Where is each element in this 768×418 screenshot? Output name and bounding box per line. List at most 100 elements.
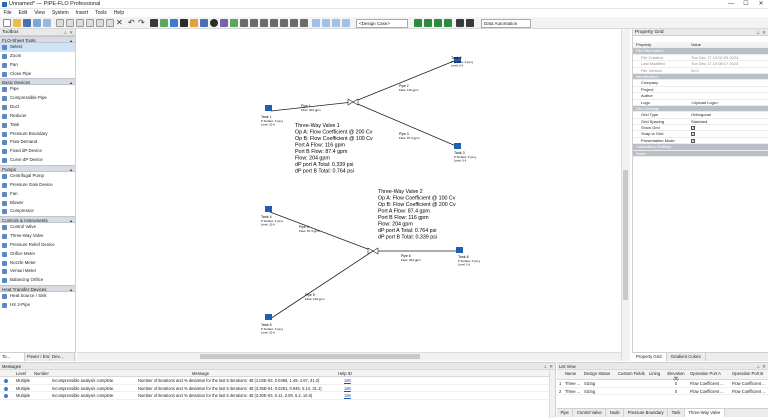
menu-edit[interactable]: Edit [15, 9, 31, 17]
undo-icon[interactable]: ↶ [128, 18, 136, 27]
toolbox-category[interactable]: Pumps ▴ [0, 164, 75, 172]
toolbox-item[interactable]: Pressure Gain Device [0, 181, 75, 190]
design-case-select[interactable]: <Design Case> [356, 18, 408, 28]
pin-icon[interactable]: ⊥ [543, 363, 547, 370]
maximize-button[interactable]: ☐ [739, 0, 753, 9]
open-folder-icon[interactable] [13, 18, 21, 27]
checkbox-checked-icon[interactable] [691, 138, 695, 144]
toolbox-category[interactable]: FLO-Sheet Tools ▴ [0, 36, 75, 43]
chart-icon[interactable] [190, 18, 198, 27]
options-icon[interactable] [280, 18, 288, 27]
checkbox-checked-icon[interactable] [691, 131, 695, 138]
toolbox-item[interactable]: Orifice Meter [0, 250, 75, 259]
save-icon[interactable] [23, 18, 31, 27]
analysis-icon[interactable] [160, 18, 168, 27]
toolbox-item[interactable]: Control Valve [0, 223, 75, 232]
toolbox-item[interactable]: Pipe [0, 85, 75, 94]
cut-icon[interactable] [56, 18, 64, 27]
toolbox-item[interactable]: Blower [0, 199, 75, 208]
zoom-window-icon[interactable] [342, 18, 350, 27]
paste-special-icon[interactable] [86, 18, 94, 27]
help-id-link[interactable]: 196 [344, 385, 351, 393]
zoom-fit-icon[interactable] [332, 18, 340, 27]
toolbox-item[interactable]: Pressure Boundary [0, 130, 75, 139]
canvas-horizontal-scroll-thumb[interactable] [200, 354, 420, 359]
toolbox-item[interactable]: Compressor [0, 207, 75, 216]
layout-icon[interactable] [290, 18, 298, 27]
toolbox-item[interactable]: Three-Way Valve [0, 232, 75, 241]
system-icon[interactable] [170, 18, 178, 27]
menu-view[interactable]: View [31, 9, 49, 17]
toolbox-item[interactable]: Duct [0, 103, 75, 112]
menu-help[interactable]: Help [110, 9, 127, 17]
tank-5-icon[interactable] [265, 314, 272, 320]
delete-icon[interactable]: ✕ [116, 18, 124, 27]
view-icon[interactable] [300, 18, 308, 27]
redo-icon[interactable]: ↷ [138, 18, 146, 27]
format-icon[interactable] [96, 18, 104, 27]
toolbox-item[interactable]: Centrifugal Pump [0, 172, 75, 181]
tab-three-way-valve[interactable]: Three-Way Valve [684, 409, 725, 417]
tab-power-energy[interactable]: Power / Ene... [25, 353, 50, 361]
run-calculation-icon[interactable] [150, 18, 158, 27]
menu-insert[interactable]: Insert [72, 9, 92, 17]
units-icon[interactable] [250, 18, 258, 27]
piping-icon[interactable] [230, 18, 238, 27]
new-file-icon[interactable] [3, 18, 11, 27]
tab-pipe[interactable]: Pipe [557, 409, 574, 417]
three-way-valve-2-icon[interactable] [367, 247, 379, 255]
pipe-2-line[interactable] [352, 60, 455, 103]
tab-property-grid[interactable]: Property Grid [632, 353, 667, 361]
menu-system[interactable]: System [48, 9, 72, 17]
pipe-5-line[interactable] [269, 250, 374, 320]
list-view-row[interactable]: 2 Three ... Sizing 0 Flow Coefficient ... Flo… [557, 388, 768, 395]
messages-scrollbar[interactable] [549, 370, 555, 418]
toolbox-item[interactable]: Close Pipe [0, 70, 75, 79]
copy-icon[interactable] [66, 18, 74, 27]
minimize-button[interactable]: — [724, 0, 738, 9]
toolbox-item[interactable]: Heat Source / Sink [0, 292, 75, 301]
tab-devices[interactable]: Dev... [50, 353, 75, 361]
toolbox-item[interactable]: Zoom [0, 52, 75, 61]
property-category[interactable]: Notes [633, 150, 768, 158]
toolbox-item[interactable]: Reducer [0, 112, 75, 121]
case-icon[interactable] [414, 18, 422, 27]
data-automation-select[interactable]: Data Automation [481, 18, 531, 28]
menu-file[interactable]: File [0, 9, 15, 17]
case-add-icon[interactable] [424, 18, 432, 27]
toolbox-category[interactable]: Heat Transfer Devices ▴ [0, 285, 75, 293]
toolbox-item[interactable]: Nozzle Meter [0, 259, 75, 268]
message-row[interactable]: Multiple Incompressible analysis complete… [0, 392, 555, 400]
tab-tank[interactable]: Tank [668, 409, 685, 417]
toolbox-item[interactable]: Flow Demand [0, 138, 75, 147]
toolbox-item[interactable]: Compressible Pipe [0, 94, 75, 103]
find-icon[interactable] [106, 18, 114, 27]
tab-toolbox[interactable]: To... [0, 353, 25, 361]
catalog-icon[interactable] [220, 18, 228, 27]
flo-sheet-canvas[interactable]: Tank 1 P Surface: 0 psi g Level: 10 ft T… [77, 29, 631, 361]
list-view-row[interactable]: 1 Three ... Sizing 0 Flow Coefficient ... Flo… [557, 380, 768, 388]
lineup-icon[interactable] [270, 18, 278, 27]
rotate-icon[interactable] [466, 18, 474, 27]
paste-icon[interactable] [76, 18, 84, 27]
toolbox-item[interactable]: Venturi Meter [0, 267, 75, 276]
tank-6-icon[interactable] [456, 247, 463, 253]
close-icon[interactable]: ✕ [762, 29, 766, 36]
table-icon[interactable] [180, 18, 188, 27]
toolbox-item[interactable]: Pressure Relief Device [0, 241, 75, 250]
color-wheel-icon[interactable] [210, 18, 218, 27]
pin-icon[interactable]: ⊥ [756, 29, 760, 36]
tab-gradient-colors[interactable]: Gradient Colors [667, 353, 706, 361]
tank-4-icon[interactable] [265, 206, 272, 212]
toolbox-item[interactable]: Select [0, 43, 75, 52]
print-icon[interactable] [33, 18, 41, 27]
three-way-valve-1-icon[interactable] [347, 98, 359, 106]
zoom-in-icon[interactable] [312, 18, 320, 27]
toolbox-item[interactable]: Pan [0, 61, 75, 70]
tab-pressure-boundary[interactable]: Pressure Boundary [624, 409, 669, 417]
pipe-4-line[interactable] [269, 211, 374, 252]
toolbox-item[interactable]: Tank [0, 121, 75, 130]
report-icon[interactable] [200, 18, 208, 27]
checkbox-checked-icon[interactable] [691, 125, 695, 131]
tab-node[interactable]: Node [606, 409, 625, 417]
